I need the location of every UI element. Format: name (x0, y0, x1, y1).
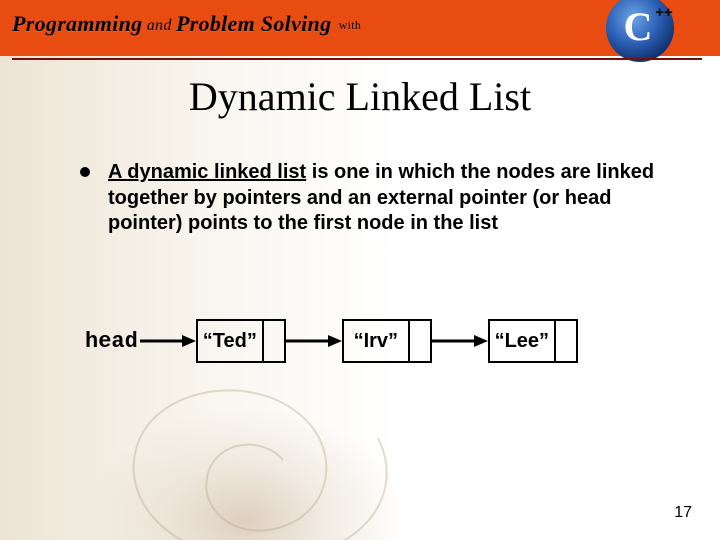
list-node: “Ted” (196, 319, 286, 363)
page-number: 17 (674, 504, 692, 522)
bullet-row: A dynamic linked list is one in which th… (80, 160, 658, 237)
bullet-term: A dynamic linked list (108, 161, 306, 183)
head-pointer-label: head (85, 329, 138, 354)
wordmark-with: with (335, 18, 361, 32)
cpp-logo-plusplus: ++ (655, 4, 673, 21)
list-node: “Irv” (342, 319, 432, 363)
node-next-pointer (556, 321, 576, 361)
background-swirl-icon (108, 358, 408, 540)
cpp-logo-icon: C ++ (602, 0, 680, 66)
wordmark-and: and (142, 17, 176, 34)
bullet-text: A dynamic linked list is one in which th… (108, 160, 658, 237)
arrow-icon (138, 334, 196, 348)
header-rule (12, 58, 702, 60)
node-data: “Ted” (198, 321, 264, 361)
book-wordmark: Programming and Problem Solving with (12, 11, 361, 37)
arrow-icon (432, 334, 488, 348)
node-data: “Irv” (344, 321, 410, 361)
header-banner: Programming and Problem Solving with C +… (0, 0, 720, 56)
slide-title: Dynamic Linked List (0, 73, 720, 120)
node-next-pointer (264, 321, 284, 361)
wordmark-programming: Programming (12, 11, 142, 36)
header-inner: Programming and Problem Solving with C +… (12, 0, 702, 56)
arrow-icon (286, 334, 342, 348)
node-next-pointer (410, 321, 430, 361)
cpp-logo-c: C (624, 4, 653, 49)
bullet-icon (80, 167, 90, 177)
linked-list-diagram: head “Ted” “Irv” “Lee” (85, 318, 578, 364)
slide: Programming and Problem Solving with C +… (0, 0, 720, 540)
node-data: “Lee” (490, 321, 556, 361)
wordmark-problem-solving: Problem Solving (176, 11, 331, 36)
slide-body: A dynamic linked list is one in which th… (80, 160, 658, 237)
list-node: “Lee” (488, 319, 578, 363)
